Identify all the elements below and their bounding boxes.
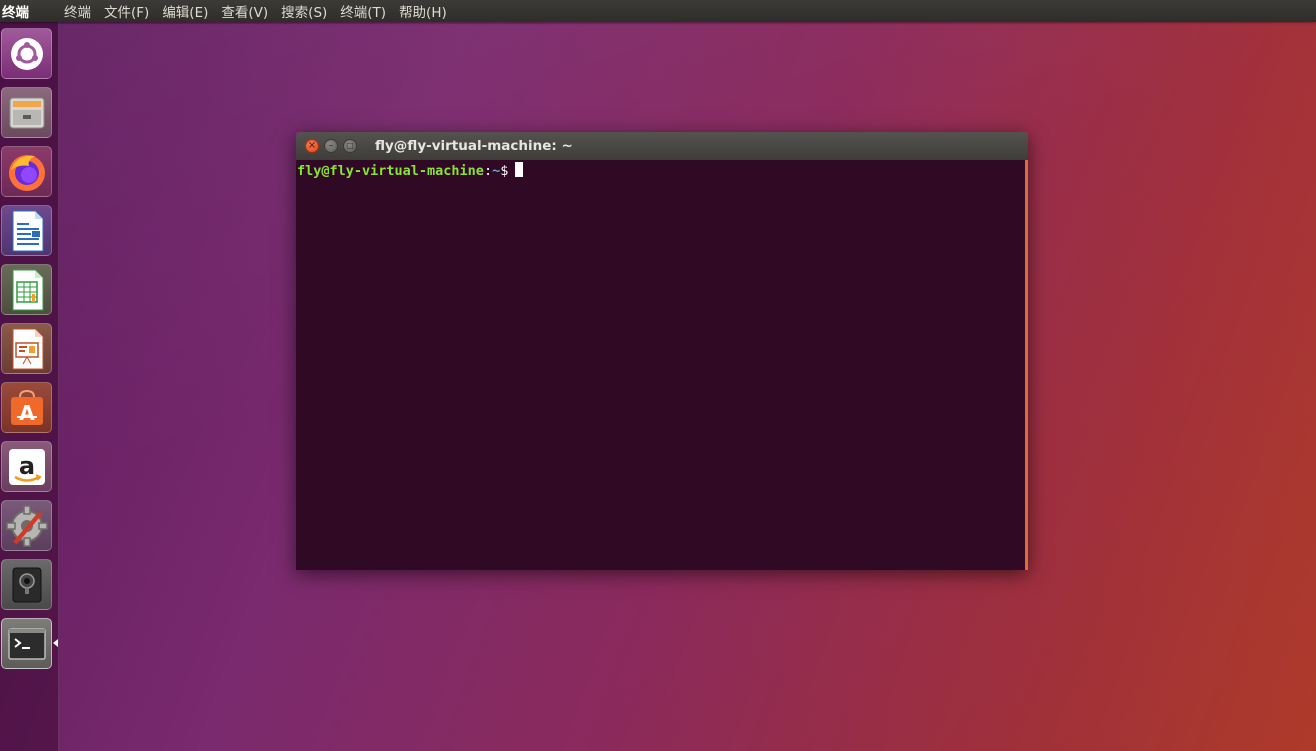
files-icon bbox=[9, 97, 44, 128]
window-titlebar[interactable]: × – □ fly@fly-virtual-machine: ~ bbox=[296, 132, 1028, 160]
menu-terminal[interactable]: 终端(T) bbox=[340, 1, 386, 21]
svg-text:A: A bbox=[19, 401, 35, 425]
amazon-icon: a bbox=[8, 448, 45, 485]
firefox-icon bbox=[8, 154, 45, 191]
minimize-button[interactable]: – bbox=[324, 139, 338, 153]
launcher-software[interactable]: A bbox=[1, 382, 52, 433]
close-icon: × bbox=[307, 140, 317, 151]
menu-view[interactable]: 查看(V) bbox=[221, 1, 268, 21]
svg-text:a: a bbox=[18, 452, 34, 480]
prompt-user-host: fly@fly-virtual-machine bbox=[297, 163, 484, 179]
launcher-impress[interactable] bbox=[1, 323, 52, 374]
terminal-output[interactable]: fly@fly-virtual-machine:~$ bbox=[296, 160, 1028, 570]
top-panel: 终端 终端 文件(F) 编辑(E) 查看(V) 搜索(S) 终端(T) 帮助(H… bbox=[0, 0, 1316, 22]
running-indicator-icon bbox=[53, 639, 58, 647]
menu-edit[interactable]: 编辑(E) bbox=[162, 1, 208, 21]
launcher-settings[interactable] bbox=[1, 500, 52, 551]
window-title: fly@fly-virtual-machine: ~ bbox=[375, 138, 573, 154]
webcam-icon bbox=[12, 567, 41, 602]
maximize-icon: □ bbox=[346, 141, 354, 150]
prompt-path: ~ bbox=[492, 163, 501, 179]
terminal-icon bbox=[7, 627, 46, 660]
ubuntu-software-icon: A bbox=[10, 389, 43, 425]
launcher-calc[interactable] bbox=[1, 264, 52, 315]
launcher-webcam[interactable] bbox=[1, 559, 52, 610]
menu-terminal-app[interactable]: 终端 bbox=[64, 1, 91, 21]
libreoffice-impress-icon bbox=[12, 328, 43, 369]
launcher-dash[interactable] bbox=[1, 28, 52, 79]
active-app-name: 终端 bbox=[2, 5, 29, 21]
menu-search[interactable]: 搜索(S) bbox=[281, 1, 327, 21]
menu-help[interactable]: 帮助(H) bbox=[399, 1, 447, 21]
minimize-icon: – bbox=[328, 140, 334, 151]
libreoffice-calc-icon bbox=[12, 269, 43, 310]
terminal-window[interactable]: × – □ fly@fly-virtual-machine: ~ fly@fly… bbox=[296, 132, 1028, 570]
launcher-firefox[interactable] bbox=[1, 146, 52, 197]
launcher-files[interactable] bbox=[1, 87, 52, 138]
launcher: A a bbox=[0, 22, 59, 751]
menu-file[interactable]: 文件(F) bbox=[104, 1, 149, 21]
launcher-terminal[interactable] bbox=[1, 618, 52, 669]
maximize-button[interactable]: □ bbox=[343, 139, 357, 153]
launcher-amazon[interactable]: a bbox=[1, 441, 52, 492]
close-button[interactable]: × bbox=[305, 139, 319, 153]
text-cursor bbox=[515, 162, 524, 177]
prompt-separator: : bbox=[483, 163, 493, 179]
launcher-writer[interactable] bbox=[1, 205, 52, 256]
ubuntu-dash-icon bbox=[10, 37, 43, 70]
prompt-symbol: $ bbox=[500, 163, 509, 179]
system-settings-icon bbox=[5, 504, 48, 547]
libreoffice-writer-icon bbox=[12, 210, 43, 251]
